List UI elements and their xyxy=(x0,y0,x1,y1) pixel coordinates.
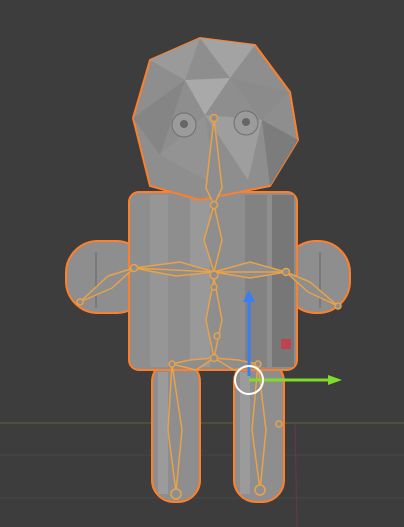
gizmo-y-handle[interactable] xyxy=(281,339,291,349)
gizmo-x-arrow[interactable] xyxy=(328,375,342,385)
3d-viewport[interactable] xyxy=(0,0,404,527)
viewport-grid xyxy=(0,422,404,527)
viewport-canvas[interactable] xyxy=(0,0,404,527)
